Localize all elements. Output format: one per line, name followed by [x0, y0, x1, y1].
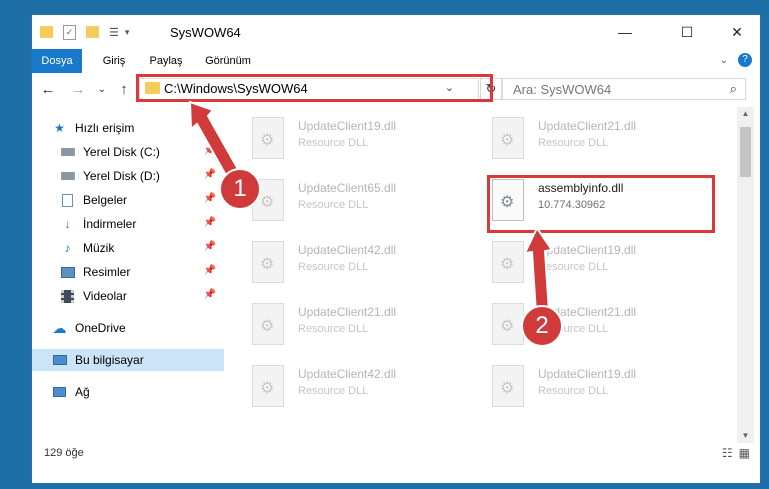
callout-2: 2: [521, 305, 563, 347]
arrow-2-icon: [523, 226, 554, 315]
annotation-arrows: [188, 100, 554, 315]
callout-1: 1: [219, 168, 261, 210]
